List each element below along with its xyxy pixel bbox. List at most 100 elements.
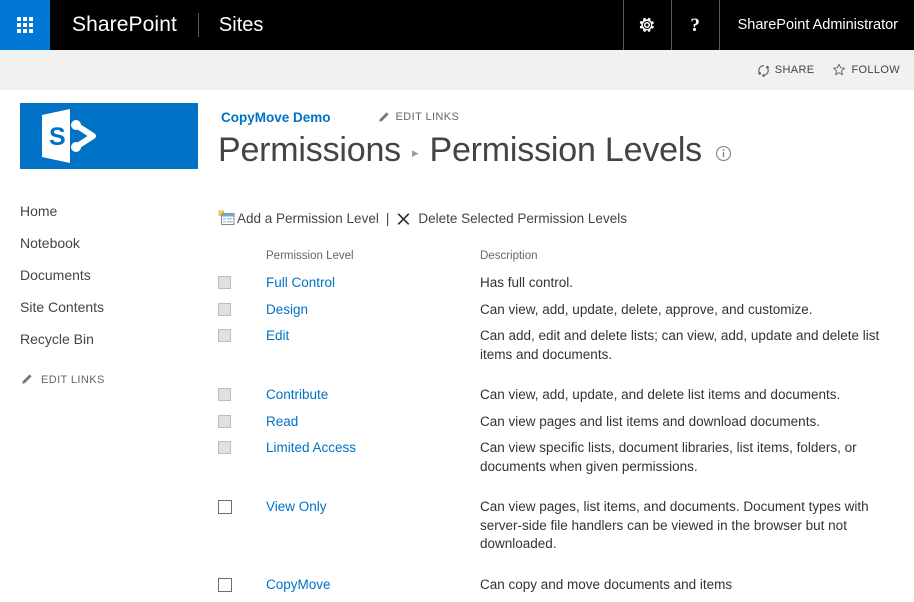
user-menu[interactable]: SharePoint Administrator — [719, 0, 914, 50]
suite-brand-sharepoint[interactable]: SharePoint — [50, 0, 198, 50]
delete-x-icon — [396, 211, 411, 226]
help-button[interactable]: ? — [671, 0, 719, 50]
permission-level-cell: Contribute — [266, 386, 480, 413]
permission-level-description: Has full control. — [480, 274, 908, 293]
delete-selected-permission-levels-label: Delete Selected Permission Levels — [418, 211, 627, 226]
sharepoint-logo-icon: S — [20, 103, 198, 169]
main-content: Add a Permission Level | Delete Selected… — [218, 206, 908, 602]
pencil-icon — [20, 373, 33, 386]
table-row: Contribute Can view, add, update, and del… — [218, 386, 908, 413]
suite-spacer — [283, 0, 622, 50]
row-checkbox[interactable] — [218, 500, 232, 514]
description-cell: Can view pages, list items, and document… — [480, 498, 908, 576]
row-checkbox — [218, 329, 231, 342]
description-cell: Can copy and move documents and items — [480, 576, 908, 602]
permission-level-cell: Full Control — [266, 274, 480, 301]
sidebar-item-notebook[interactable]: Notebook — [20, 232, 200, 255]
permission-level-description: Can copy and move documents and items — [480, 576, 908, 595]
permission-levels-body: Full Control Has full control. Design Can v… — [218, 274, 908, 602]
permission-toolbar: Add a Permission Level | Delete Selected… — [218, 206, 908, 230]
share-button[interactable]: SHARE — [757, 64, 815, 77]
permission-level-link[interactable]: CopyMove — [266, 576, 331, 594]
description-cell: Can add, edit and delete lists; can view… — [480, 327, 908, 386]
permission-level-cell: Design — [266, 301, 480, 328]
row-select-cell — [218, 301, 266, 328]
sidebar-edit-links-button[interactable]: EDIT LINKS — [20, 373, 200, 386]
site-logo[interactable]: S — [20, 103, 198, 169]
permission-level-cell: Read — [266, 413, 480, 440]
description-cell: Can view specific lists, document librar… — [480, 439, 908, 498]
table-header-row: Permission Level Description — [218, 250, 908, 274]
suite-bar: SharePoint Sites ? SharePoint Administra… — [0, 0, 914, 50]
table-row: Read Can view pages and list items and do… — [218, 413, 908, 440]
permission-level-description: Can view, add, update, delete, approve, … — [480, 301, 908, 320]
share-label: SHARE — [775, 64, 815, 76]
gear-icon — [638, 16, 656, 34]
row-select-cell — [218, 413, 266, 440]
breadcrumb-site-link[interactable]: CopyMove Demo — [221, 110, 331, 125]
table-row: Design Can view, add, update, delete, app… — [218, 301, 908, 328]
app-launcher-waffle-icon — [17, 17, 33, 33]
description-cell: Can view, add, update, delete, approve, … — [480, 301, 908, 328]
row-select-cell — [218, 327, 266, 386]
row-select-cell — [218, 386, 266, 413]
table-row: Edit Can add, edit and delete lists; can … — [218, 327, 908, 386]
row-checkbox[interactable] — [218, 578, 232, 592]
description-cell: Has full control. — [480, 274, 908, 301]
sidebar-item-home[interactable]: Home — [20, 200, 200, 223]
app-launcher-button[interactable] — [0, 0, 50, 50]
column-header-select — [218, 250, 266, 274]
share-circle-icon — [757, 64, 770, 77]
follow-button[interactable]: FOLLOW — [832, 63, 900, 77]
row-select-cell — [218, 274, 266, 301]
star-outline-icon — [832, 63, 846, 77]
permission-level-description: Can view pages, list items, and document… — [480, 498, 908, 554]
row-checkbox — [218, 303, 231, 316]
permission-level-description: Can view, add, update, and delete list i… — [480, 386, 908, 405]
breadcrumb-edit-links-label: EDIT LINKS — [396, 111, 460, 123]
breadcrumb: CopyMove Demo EDIT LINKS — [221, 107, 459, 127]
permission-level-cell: Limited Access — [266, 439, 480, 498]
table-row: Limited Access Can view specific lists, d… — [218, 439, 908, 498]
ribbon-strip: SHARE FOLLOW — [0, 50, 914, 90]
row-checkbox — [218, 388, 231, 401]
row-checkbox — [218, 441, 231, 454]
table-row: Full Control Has full control. — [218, 274, 908, 301]
permission-level-link[interactable]: Limited Access — [266, 439, 356, 457]
breadcrumb-edit-links-button[interactable]: EDIT LINKS — [377, 111, 460, 124]
permission-level-link[interactable]: Design — [266, 301, 308, 319]
delete-selected-permission-levels-button[interactable]: Delete Selected Permission Levels — [396, 211, 627, 226]
column-header-permission-level: Permission Level — [266, 250, 480, 274]
pencil-icon — [377, 111, 390, 124]
permission-level-link[interactable]: Read — [266, 413, 298, 431]
table-row: CopyMove Can copy and move documents and … — [218, 576, 908, 602]
description-cell: Can view, add, update, and delete list i… — [480, 386, 908, 413]
row-select-cell — [218, 576, 266, 602]
add-permission-level-label: Add a Permission Level — [237, 211, 379, 226]
new-permission-level-icon — [218, 210, 235, 227]
page-title-parent[interactable]: Permissions — [218, 131, 401, 170]
permission-levels-table: Permission Level Description Full Contro… — [218, 250, 908, 602]
breadcrumb-chevron-right-icon: ▸ — [412, 145, 419, 161]
permission-level-link[interactable]: Contribute — [266, 386, 328, 404]
sidebar-item-site-contents[interactable]: Site Contents — [20, 296, 200, 319]
row-checkbox — [218, 276, 231, 289]
page-title-current: Permission Levels — [430, 131, 703, 170]
table-row: View Only Can view pages, list items, and… — [218, 498, 908, 576]
suite-sites-link[interactable]: Sites — [199, 0, 283, 50]
row-select-cell — [218, 439, 266, 498]
sidebar-edit-links-label: EDIT LINKS — [41, 374, 105, 386]
sidebar-item-documents[interactable]: Documents — [20, 264, 200, 287]
add-permission-level-button[interactable]: Add a Permission Level — [218, 210, 379, 227]
permission-level-link[interactable]: View Only — [266, 498, 327, 516]
left-navigation: Home Notebook Documents Site Contents Re… — [20, 200, 200, 386]
follow-label: FOLLOW — [851, 64, 900, 76]
sidebar-item-recycle-bin[interactable]: Recycle Bin — [20, 328, 200, 351]
permission-level-link[interactable]: Full Control — [266, 274, 335, 292]
permission-level-cell: Edit — [266, 327, 480, 386]
page-title: Permissions ▸ Permission Levels — [218, 131, 732, 170]
description-cell: Can view pages and list items and downlo… — [480, 413, 908, 440]
permission-level-link[interactable]: Edit — [266, 327, 289, 345]
page-info-button[interactable] — [715, 145, 732, 167]
settings-button[interactable] — [623, 0, 671, 50]
